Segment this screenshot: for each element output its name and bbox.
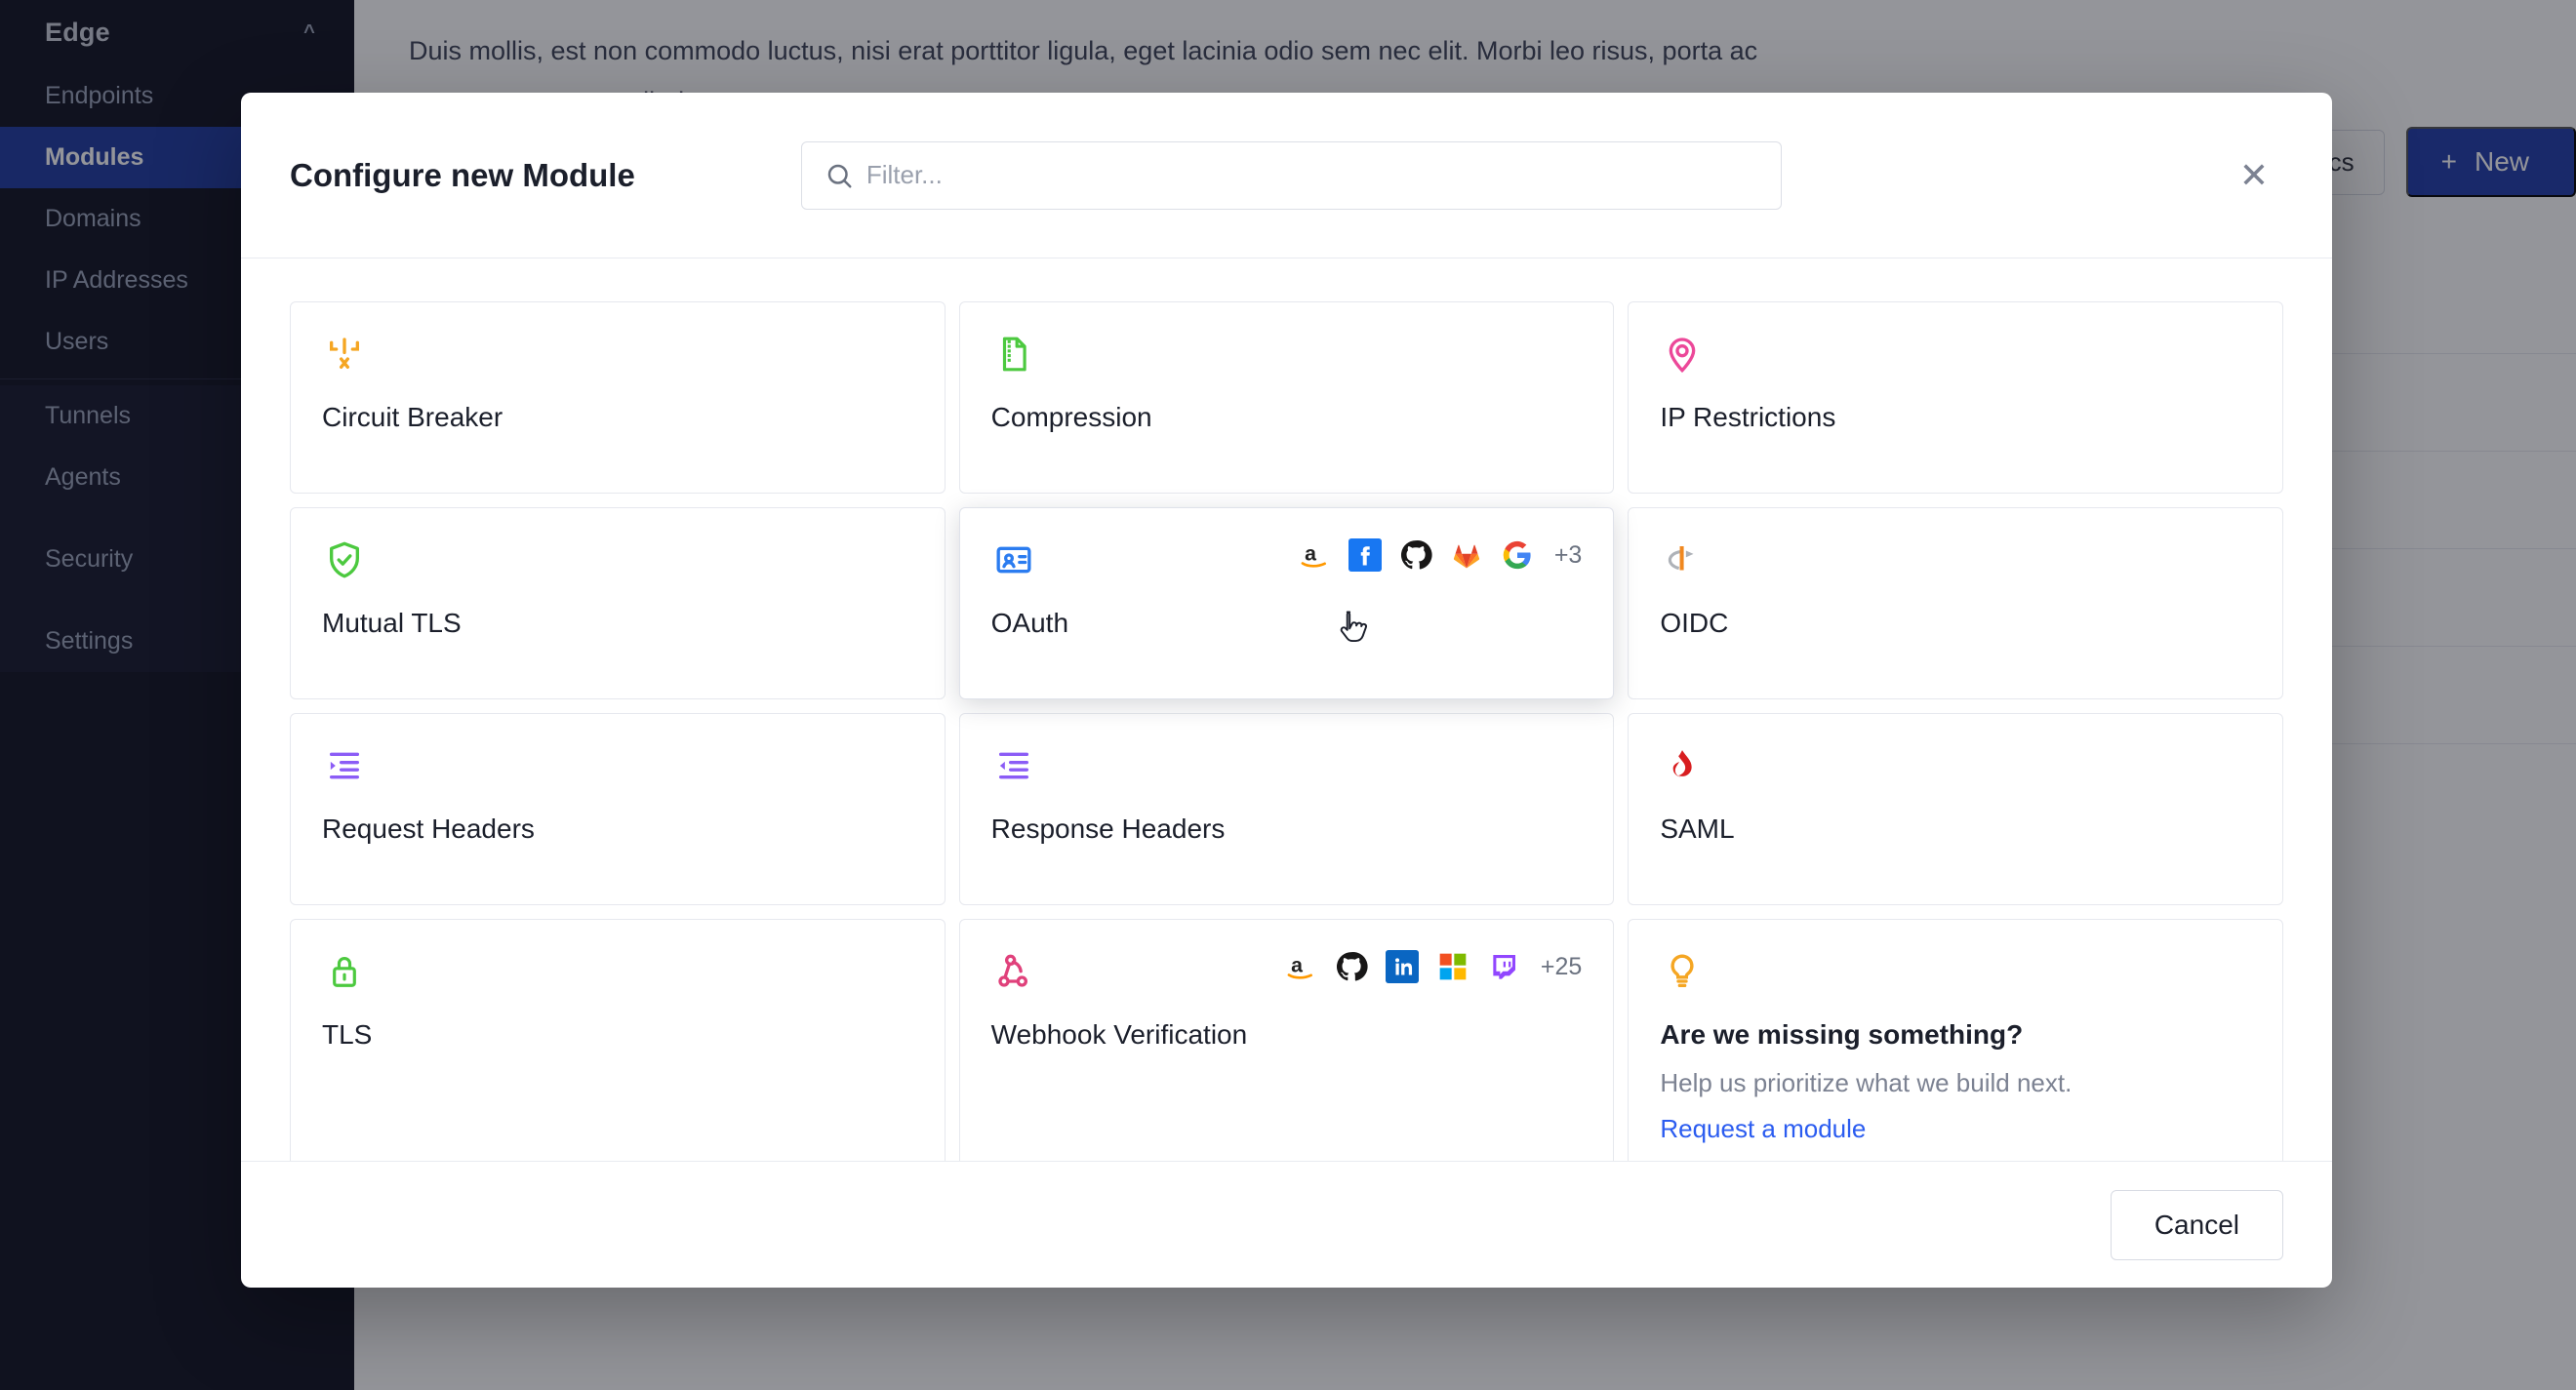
id-card-icon — [991, 537, 1036, 582]
google-logo — [1500, 537, 1535, 573]
saml-flame-icon — [1660, 743, 1705, 788]
shield-check-icon — [322, 537, 367, 582]
module-card-mutual-tls[interactable]: Mutual TLS — [290, 507, 946, 699]
svg-text:a: a — [1291, 954, 1303, 977]
webhook-icon — [991, 949, 1036, 994]
provider-logos: a — [1283, 949, 1582, 984]
request-module-promo-card: Are we missing something? Help us priori… — [1628, 919, 2283, 1161]
promo-title: Are we missing something? — [1660, 1019, 2024, 1050]
facebook-logo — [1348, 537, 1383, 573]
cancel-button[interactable]: Cancel — [2110, 1189, 2283, 1260]
module-name: SAML — [1660, 814, 1735, 844]
modal-footer: Cancel — [241, 1161, 2332, 1288]
module-name: Webhook Verification — [990, 1019, 1248, 1050]
module-card-webhook-verification[interactable]: a +25 Webhook Verification — [958, 919, 1615, 1161]
lightbulb-icon — [1660, 949, 1705, 994]
amazon-logo: a — [1283, 949, 1318, 984]
configure-module-modal: Configure new Module ✕ — [241, 93, 2332, 1288]
module-card-oauth[interactable]: a +3 OAuth — [958, 507, 1615, 699]
circuit-breaker-icon — [322, 332, 367, 377]
request-a-module-link[interactable]: Request a module — [1660, 1114, 1866, 1144]
provider-logos: a — [1297, 537, 1583, 573]
gitlab-logo — [1449, 537, 1484, 573]
modal-body: Circuit Breaker Compression IP Restricti… — [241, 258, 2332, 1161]
openid-connect-logo — [1660, 537, 1705, 582]
module-card-response-headers[interactable]: Response Headers — [958, 713, 1615, 905]
module-name: Mutual TLS — [322, 608, 462, 638]
indent-left-icon — [991, 743, 1036, 788]
module-card-request-headers[interactable]: Request Headers — [290, 713, 946, 905]
filter-field — [800, 140, 1782, 210]
module-name: Circuit Breaker — [322, 402, 503, 432]
module-name: IP Restrictions — [1660, 402, 1836, 432]
module-name: Request Headers — [322, 814, 535, 844]
module-card-saml[interactable]: SAML — [1628, 713, 2283, 905]
compression-file-icon — [991, 332, 1036, 377]
module-name: OIDC — [1660, 608, 1729, 638]
twitch-logo — [1486, 949, 1521, 984]
svg-text:a: a — [1305, 542, 1316, 566]
lock-icon — [322, 949, 367, 994]
module-name: Response Headers — [990, 814, 1226, 844]
github-logo — [1334, 949, 1369, 984]
indent-right-icon — [322, 743, 367, 788]
module-card-tls[interactable]: TLS — [290, 919, 946, 1161]
github-logo — [1398, 537, 1433, 573]
close-icon[interactable]: ✕ — [2227, 148, 2281, 203]
module-name: TLS — [322, 1019, 373, 1050]
amazon-logo: a — [1297, 537, 1332, 573]
module-name: Compression — [990, 402, 1152, 432]
module-card-compression[interactable]: Compression — [958, 301, 1615, 494]
provider-overflow-count: +3 — [1553, 540, 1583, 569]
module-card-circuit-breaker[interactable]: Circuit Breaker — [290, 301, 946, 494]
search-input[interactable] — [800, 140, 1782, 210]
linkedin-logo — [1385, 949, 1420, 984]
map-pin-icon — [1660, 332, 1705, 377]
module-card-oidc[interactable]: OIDC — [1628, 507, 2283, 699]
promo-subtitle: Help us prioritize what we build next. — [1660, 1068, 2073, 1097]
module-name: OAuth — [990, 608, 1069, 638]
microsoft-logo — [1435, 949, 1470, 984]
module-grid: Circuit Breaker Compression IP Restricti… — [290, 301, 2283, 1161]
modal-header: Configure new Module ✕ — [241, 93, 2332, 258]
module-card-ip-restrictions[interactable]: IP Restrictions — [1628, 301, 2283, 494]
provider-overflow-count: +25 — [1540, 952, 1583, 980]
search-icon — [825, 161, 854, 190]
page-title: Configure new Module — [290, 156, 635, 193]
